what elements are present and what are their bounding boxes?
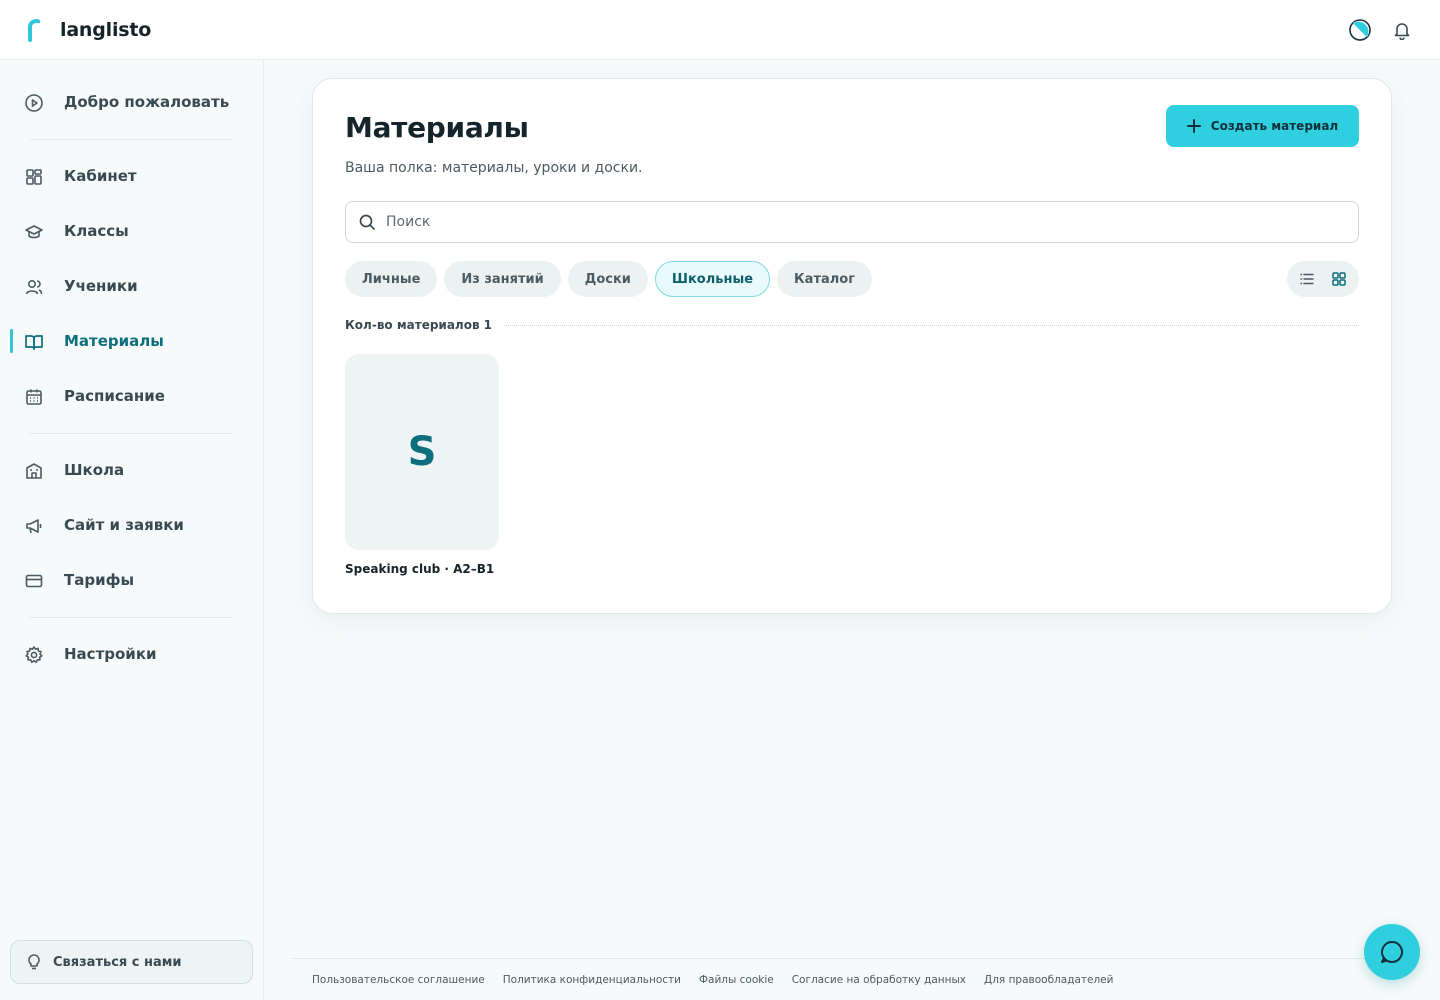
footer-link-terms[interactable]: Пользовательское соглашение	[312, 974, 485, 986]
filter-school[interactable]: Школьные	[654, 261, 771, 297]
filter-personal[interactable]: Личные	[345, 261, 438, 297]
dashboard-icon	[24, 167, 44, 187]
sidebar-item-materials[interactable]: Материалы	[0, 321, 264, 361]
filter-catalog[interactable]: Каталог	[777, 261, 872, 297]
sidebar-item-label: Тарифы	[64, 571, 135, 589]
material-card[interactable]: S Speaking club · A2–B1	[345, 354, 500, 576]
create-material-label: Создать материал	[1210, 119, 1339, 133]
app-name: langlisto	[60, 18, 152, 41]
material-title: Speaking club · A2–B1	[345, 562, 495, 576]
list-view-icon[interactable]	[1293, 265, 1321, 293]
materials-count-value: 1	[483, 318, 492, 332]
school-building-icon	[24, 461, 44, 481]
sidebar-item-label: Расписание	[64, 387, 165, 405]
grid-view-icon[interactable]	[1325, 265, 1353, 293]
footer-link-cookies[interactable]: Файлы cookie	[699, 974, 774, 986]
top-bar: langlisto	[0, 0, 1440, 60]
sidebar-item-tariffs[interactable]: Тарифы	[0, 560, 264, 600]
dotted-divider	[503, 324, 1359, 326]
sidebar-divider	[30, 433, 232, 434]
calendar-icon	[24, 387, 44, 407]
theme-toggle-icon[interactable]	[1348, 18, 1372, 42]
plus-icon	[1186, 119, 1201, 133]
sidebar-item-label: Кабинет	[64, 167, 137, 185]
graduation-cap-icon	[24, 222, 44, 242]
search-icon	[358, 213, 376, 231]
sidebar-divider	[30, 139, 232, 140]
play-circle-icon	[24, 93, 44, 113]
contact-us-button[interactable]: Связаться с нами	[10, 940, 253, 984]
materials-count-row: Кол-во материалов 1	[345, 317, 1359, 333]
sidebar-item-site-requests[interactable]: Сайт и заявки	[0, 505, 264, 545]
gear-icon	[24, 645, 44, 665]
sidebar-item-dashboard[interactable]: Кабинет	[0, 156, 264, 196]
materials-card: Материалы Ваша полка: материалы, уроки и…	[312, 78, 1392, 614]
sidebar-item-label: Классы	[64, 222, 129, 240]
sidebar-item-schedule[interactable]: Расписание	[0, 376, 264, 416]
book-open-icon	[24, 332, 44, 352]
contact-us-label: Связаться с нами	[53, 954, 182, 970]
sidebar-divider	[30, 617, 232, 618]
create-material-button[interactable]: Создать материал	[1166, 105, 1359, 147]
material-initial: S	[407, 429, 437, 475]
page-subtitle: Ваша полка: материалы, уроки и доски.	[345, 160, 643, 176]
sidebar-item-label: Материалы	[64, 332, 164, 350]
sidebar-item-school[interactable]: Школа	[0, 450, 264, 490]
page-title: Материалы	[345, 111, 529, 144]
search-box	[345, 201, 1359, 243]
logo-mark-icon	[28, 18, 41, 42]
users-icon	[24, 277, 44, 297]
footer-link-rightholders[interactable]: Для правообладателей	[984, 974, 1113, 986]
filter-from-lessons[interactable]: Из занятий	[444, 261, 561, 297]
footer-link-data-consent[interactable]: Согласие на обработку данных	[792, 974, 966, 986]
sidebar-item-welcome[interactable]: Добро пожаловать	[0, 82, 264, 122]
bell-icon[interactable]	[1390, 18, 1414, 42]
sidebar-item-label: Настройки	[64, 645, 157, 663]
view-toggle	[1287, 261, 1359, 297]
footer-link-privacy[interactable]: Политика конфиденциальности	[503, 974, 681, 986]
sidebar-item-classes[interactable]: Классы	[0, 211, 264, 251]
filter-chips: Личные Из занятий Доски Школьные Каталог	[345, 261, 872, 297]
sidebar-item-label: Сайт и заявки	[64, 516, 184, 534]
materials-count-label: Кол-во материалов	[345, 318, 480, 332]
lightbulb-icon	[25, 953, 43, 971]
sidebar: Добро пожаловать Кабинет Классы Ученики	[0, 60, 264, 1000]
credit-card-icon	[24, 571, 44, 591]
megaphone-icon	[24, 516, 44, 536]
filter-boards[interactable]: Доски	[567, 261, 648, 297]
sidebar-item-label: Ученики	[64, 277, 138, 295]
chat-bubble-icon	[1379, 939, 1405, 965]
footer: Пользовательское соглашение Политика кон…	[292, 958, 1400, 1000]
app-logo[interactable]: langlisto	[27, 18, 151, 42]
sidebar-item-settings[interactable]: Настройки	[0, 634, 264, 674]
chat-button[interactable]	[1364, 924, 1420, 980]
sidebar-item-students[interactable]: Ученики	[0, 266, 264, 306]
search-input[interactable]	[386, 214, 1326, 230]
material-thumbnail: S	[345, 354, 499, 550]
sidebar-item-label: Добро пожаловать	[64, 93, 230, 111]
sidebar-item-label: Школа	[64, 461, 125, 479]
